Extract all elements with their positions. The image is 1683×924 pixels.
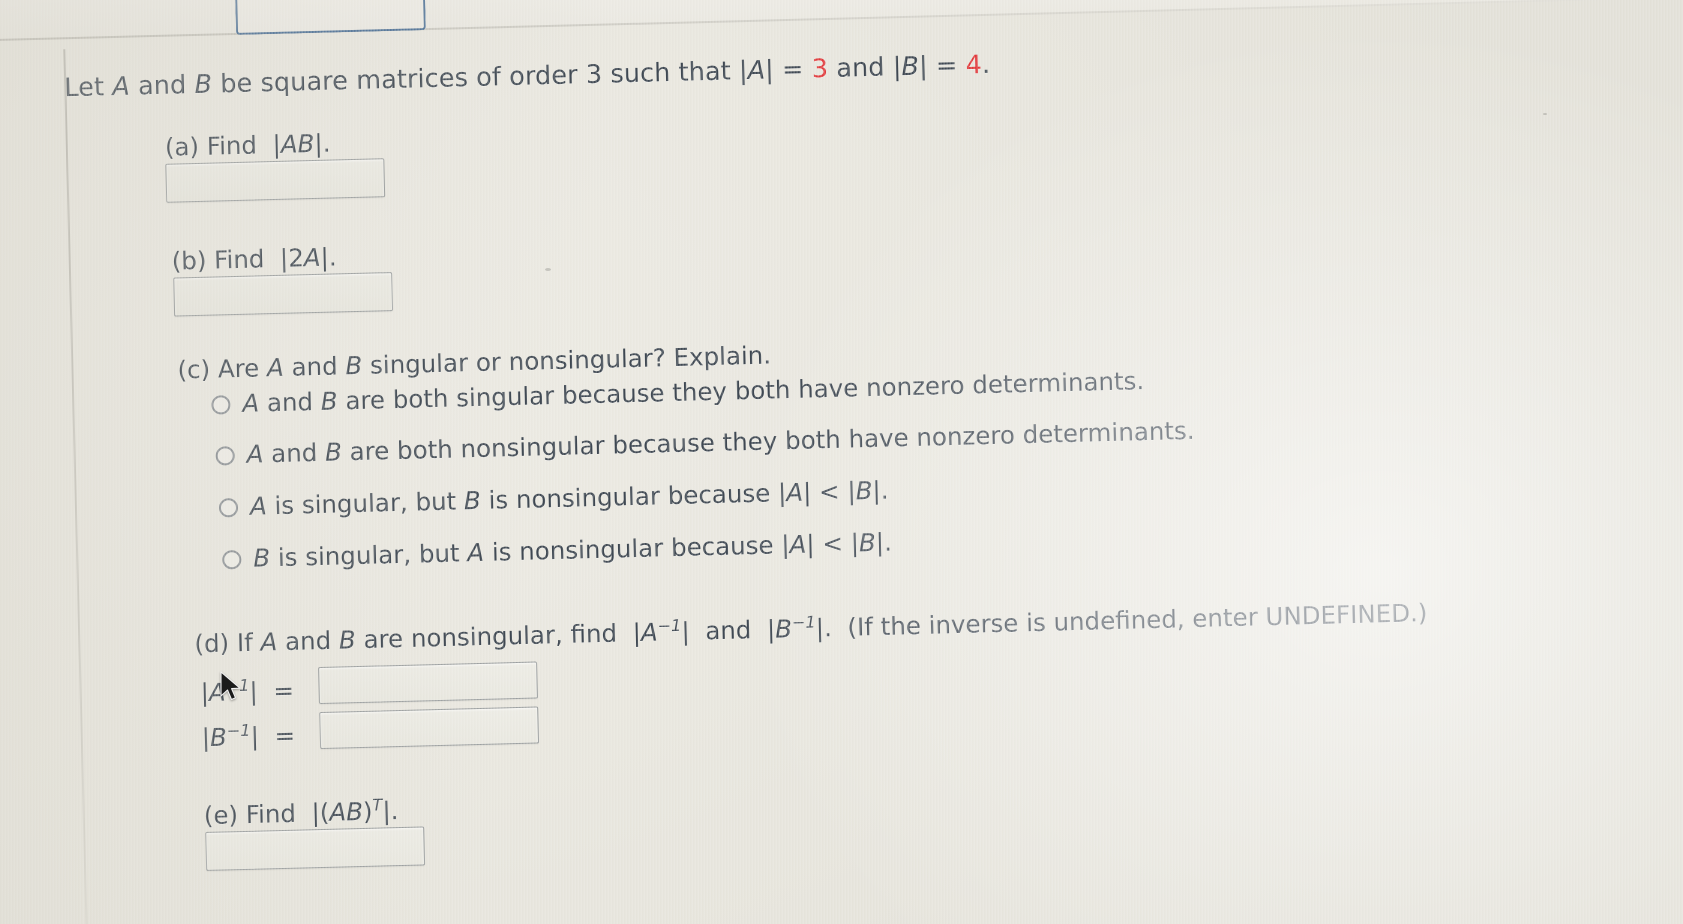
part-a-marker: (a) — [164, 131, 200, 162]
part-b-verb: Find — [213, 244, 265, 275]
matrix-a-symbol: A — [111, 71, 131, 103]
part-d-question: (d) If A and B are nonsingular, find |A−… — [194, 598, 1428, 659]
stem-eq-2: | = — [918, 50, 967, 82]
part-c-option-3-label: A is singular, but B is nonsingular beca… — [249, 475, 889, 521]
stem-prefix: Let — [63, 72, 113, 104]
part-b-expression: |2A|. — [279, 242, 337, 273]
part-c-marker: (c) — [177, 354, 211, 385]
dust-speck — [1543, 113, 1547, 115]
part-d-hint: (If the inverse is undefined, enter UNDE… — [847, 598, 1428, 642]
stem-mid-1: and — [129, 69, 195, 102]
part-d-inverse-a-input[interactable] — [318, 661, 538, 705]
part-b-label: (b) Find |2A|. — [171, 242, 337, 275]
stem-mid-3: and | — [827, 52, 902, 84]
part-d-row1-label: |A−1| = — [200, 675, 295, 708]
part-a-answer-input[interactable] — [165, 158, 386, 203]
stem-end: . — [981, 49, 991, 81]
det-a-value: 3 — [811, 53, 829, 85]
matrix-a-symbol-2: A — [747, 55, 766, 86]
part-c-option-4-label: B is singular, but A is nonsingular beca… — [252, 527, 893, 573]
mouse-pointer-icon — [220, 671, 241, 701]
matrix-b-symbol: B — [194, 69, 213, 100]
photographed-screen: Let A and B be square matrices of order … — [0, 0, 1683, 924]
part-c-option-2-label: A and B are both nonsingular because the… — [246, 415, 1195, 469]
radio-button-icon[interactable] — [211, 395, 231, 415]
radio-button-icon[interactable] — [218, 498, 239, 518]
part-c-option-2[interactable]: A and B are both nonsingular because the… — [215, 415, 1195, 470]
part-d-row2-label: |B−1| = — [201, 720, 296, 753]
radio-button-icon[interactable] — [215, 446, 235, 466]
part-e-verb: Find — [245, 798, 297, 830]
part-b-answer-input[interactable] — [173, 272, 394, 317]
det-b-value: 4 — [965, 50, 983, 81]
dust-speck — [545, 268, 551, 271]
part-b-marker: (b) — [171, 245, 207, 276]
stem-mid-2: be square matrices of order 3 such that … — [211, 55, 749, 100]
matrix-b-symbol-2: B — [901, 51, 920, 83]
part-c-option-3[interactable]: A is singular, but B is nonsingular beca… — [218, 475, 889, 522]
radio-button-icon[interactable] — [222, 549, 242, 570]
question-page: Let A and B be square matrices of order … — [0, 0, 1683, 924]
part-a-label: (a) Find |AB|. — [165, 129, 331, 162]
part-c-option-4[interactable]: B is singular, but A is nonsingular beca… — [222, 527, 892, 573]
part-a-verb: Find — [206, 130, 258, 161]
part-e-expression: |(AB)T|. — [311, 795, 399, 828]
part-d-marker: (d) — [194, 628, 230, 659]
stem-eq-1: | = — [764, 54, 813, 86]
part-e-label: (e) Find |(AB)T|. — [203, 795, 398, 830]
part-e-marker: (e) — [203, 800, 239, 831]
problem-stem: Let A and B be square matrices of order … — [64, 50, 991, 103]
part-e-answer-input[interactable] — [205, 826, 426, 871]
part-a-expression: |AB|. — [272, 128, 331, 160]
focused-tab-outline[interactable] — [234, 0, 426, 35]
part-d-inverse-b-input[interactable] — [319, 706, 540, 750]
page-gutter-rule — [63, 49, 88, 924]
